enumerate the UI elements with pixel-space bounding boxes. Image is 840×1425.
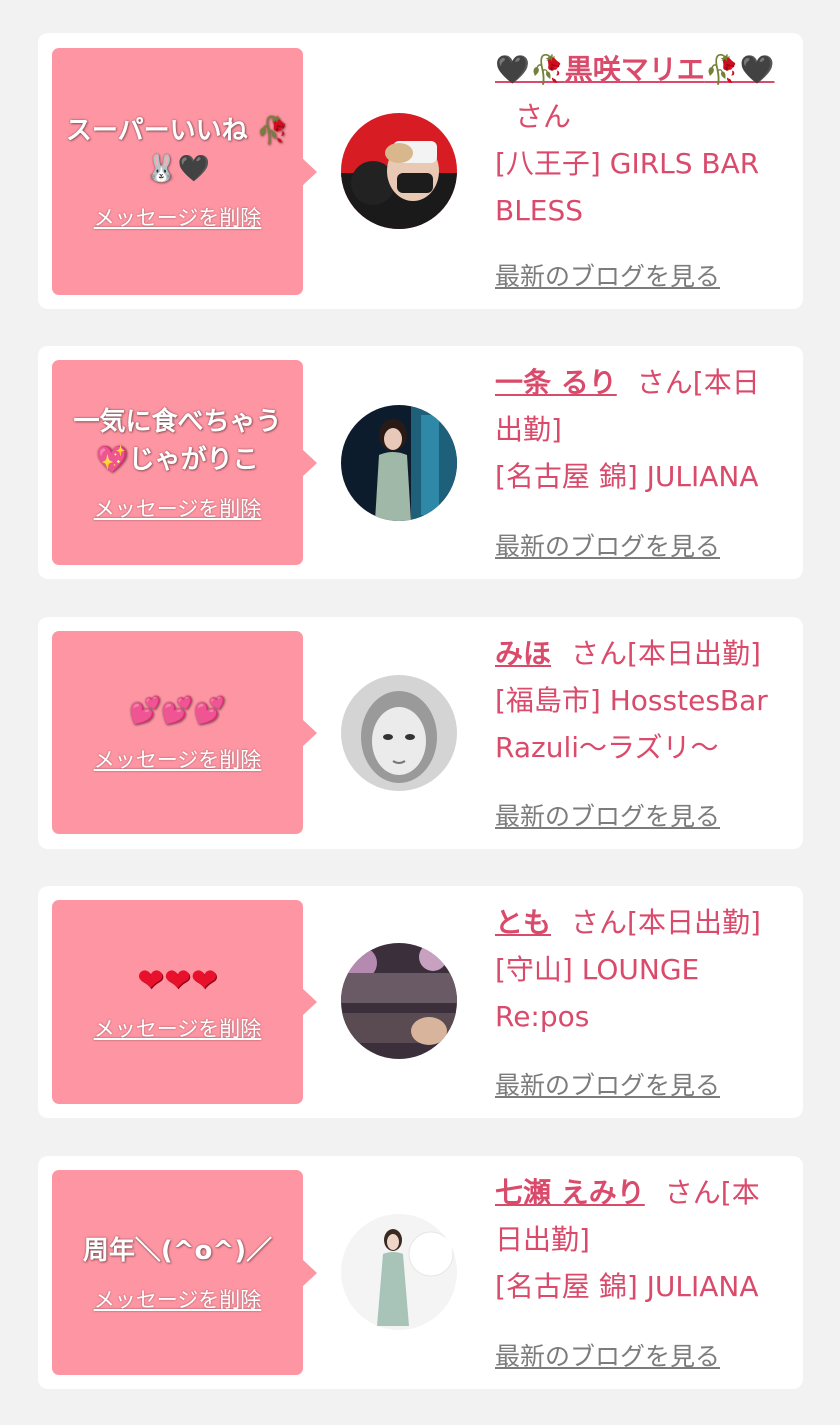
avatar[interactable] (341, 405, 457, 521)
list-item: 周年＼(^o^)／ メッセージを削除 七瀬 えみり さん[本日出勤] [名古屋 錦… (38, 1156, 803, 1389)
san-label: さん (515, 100, 572, 133)
message-bubble: ❤❤❤ メッセージを削除 (52, 900, 317, 1104)
message-text: 💕💕💕 (128, 695, 227, 726)
shop-label: [福島市] HosstesBar Razuli〜ラズリ〜 (495, 684, 768, 764)
list-item: スーパーいいね 🥀 🐰🖤 メッセージを削除 🖤🥀黒咲マリエ🥀🖤 さん [八王子] … (38, 33, 803, 309)
delete-message-link[interactable]: メッセージを削除 (94, 202, 262, 232)
latest-blog-link[interactable]: 最新のブログを見る (495, 527, 720, 563)
list-item: ❤❤❤ メッセージを削除 とも さん[本日出勤] [守山] LOUNGE Re:p… (38, 886, 803, 1118)
avatar[interactable] (341, 943, 457, 1059)
message-bubble: 💕💕💕 メッセージを削除 (52, 631, 317, 834)
delete-message-link[interactable]: メッセージを削除 (94, 1013, 262, 1043)
list-item: 💕💕💕 メッセージを削除 みほ さん[本日出勤] [福島市] HosstesBar… (38, 617, 803, 849)
avatar[interactable] (341, 113, 457, 229)
message-bubble: 一気に食べちゃう 💖じゃがりこ メッセージを削除 (52, 360, 317, 565)
cast-info: 🖤🥀黒咲マリエ🥀🖤 さん [八王子] GIRLS BAR BLESS (495, 46, 785, 234)
latest-blog-link[interactable]: 最新のブログを見る (495, 1066, 720, 1102)
san-label: さん (664, 1176, 721, 1209)
message-text: 一気に食べちゃう 💖じゃがりこ (73, 406, 282, 475)
avatar[interactable] (341, 1214, 457, 1330)
message-list: スーパーいいね 🥀 🐰🖤 メッセージを削除 🖤🥀黒咲マリエ🥀🖤 さん [八王子] … (0, 0, 840, 1425)
message-text: ❤❤❤ (137, 961, 218, 999)
cast-info: とも さん[本日出勤] [守山] LOUNGE Re:pos (495, 899, 785, 1040)
message-text: 周年＼(^o^)／ (82, 1235, 273, 1266)
latest-blog-link[interactable]: 最新のブログを見る (495, 797, 720, 833)
status-label: [本日出勤] (627, 637, 761, 670)
latest-blog-link[interactable]: 最新のブログを見る (495, 1337, 720, 1373)
delete-message-link[interactable]: メッセージを削除 (94, 744, 262, 774)
message-bubble: 周年＼(^o^)／ メッセージを削除 (52, 1170, 317, 1375)
status-label: [本日出勤] (627, 906, 761, 939)
cast-info: 一条 るり さん[本日出勤] [名古屋 錦] JULIANA (495, 359, 785, 500)
san-label: さん (636, 366, 693, 399)
shop-label: [八王子] GIRLS BAR BLESS (495, 147, 760, 227)
san-label: さん (571, 906, 628, 939)
cast-name-link[interactable]: とも (495, 906, 551, 939)
avatar[interactable] (341, 675, 457, 791)
cast-name-link[interactable]: 🖤🥀黒咲マリエ🥀🖤 (495, 53, 774, 86)
cast-name-link[interactable]: みほ (495, 637, 551, 670)
cast-info: みほ さん[本日出勤] [福島市] HosstesBar Razuli〜ラズリ〜 (495, 630, 785, 771)
message-text: スーパーいいね 🥀 🐰🖤 (65, 115, 290, 184)
latest-blog-link[interactable]: 最新のブログを見る (495, 257, 720, 293)
cast-info: 七瀬 えみり さん[本日出勤] [名古屋 錦] JULIANA (495, 1169, 785, 1310)
delete-message-link[interactable]: メッセージを削除 (94, 1284, 262, 1314)
delete-message-link[interactable]: メッセージを削除 (94, 493, 262, 523)
list-item: 一気に食べちゃう 💖じゃがりこ メッセージを削除 一条 るり さん[本日出勤] [… (38, 346, 803, 579)
shop-label: [名古屋 錦] JULIANA (495, 460, 759, 493)
cast-name-link[interactable]: 一条 るり (495, 366, 617, 399)
message-bubble: スーパーいいね 🥀 🐰🖤 メッセージを削除 (52, 48, 317, 295)
shop-label: [名古屋 錦] JULIANA (495, 1270, 759, 1303)
shop-label: [守山] LOUNGE Re:pos (495, 953, 700, 1033)
san-label: さん (571, 637, 628, 670)
cast-name-link[interactable]: 七瀬 えみり (495, 1176, 645, 1209)
